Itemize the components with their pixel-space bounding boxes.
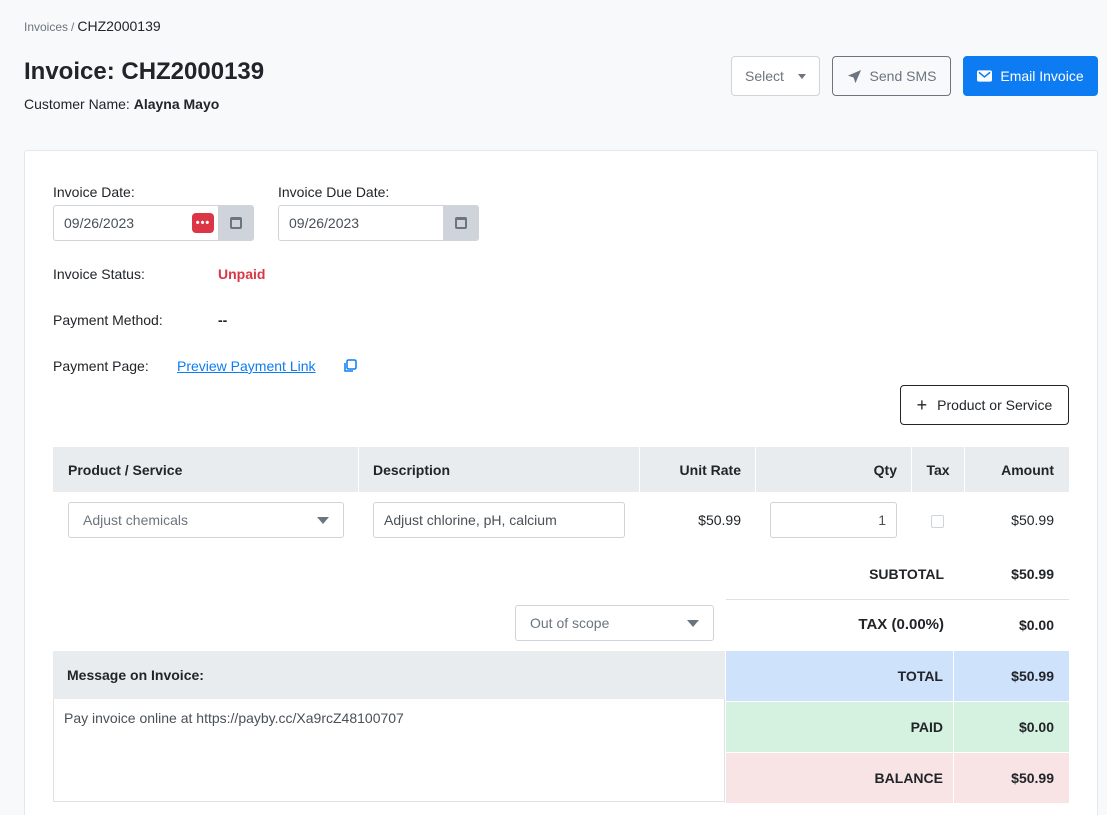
message-text: Pay invoice online at https://payby.cc/X… (64, 710, 404, 726)
header-divider (358, 447, 359, 492)
amount-value: $50.99 (1011, 512, 1054, 528)
total-label: TOTAL (726, 651, 953, 701)
breadcrumb: Invoices / CHZ2000139 (24, 18, 161, 34)
invoice-status-label: Invoice Status: (53, 266, 145, 282)
plus-icon: + (916, 395, 928, 415)
page-title: Invoice: CHZ2000139 (24, 58, 265, 85)
subtotal-divider (726, 599, 1069, 600)
product-select-value: Adjust chemicals (83, 512, 189, 528)
email-invoice-button[interactable]: Email Invoice (963, 56, 1098, 96)
tax-value: $0.00 (1018, 617, 1054, 633)
balance-value: $50.99 (954, 753, 1069, 803)
description-input[interactable]: Adjust chlorine, pH, calcium (373, 502, 625, 538)
add-product-label: Product or Service (937, 397, 1053, 413)
header-description: Description (373, 461, 451, 478)
invoice-date-group: 09/26/2023 ••• (53, 205, 254, 241)
header-qty: Qty (873, 461, 897, 478)
description-value: Adjust chlorine, pH, calcium (384, 512, 557, 528)
total-row: TOTAL $50.99 (726, 651, 1069, 701)
send-icon (847, 69, 861, 83)
send-sms-button[interactable]: Send SMS (832, 56, 951, 96)
calendar-icon (455, 217, 467, 229)
payment-page-label: Payment Page: (53, 358, 149, 374)
qty-value: 1 (878, 512, 886, 528)
due-date-group: 09/26/2023 (278, 205, 479, 241)
add-product-button[interactable]: + Product or Service (900, 385, 1069, 425)
email-invoice-label: Email Invoice (1000, 68, 1084, 84)
balance-label: BALANCE (726, 753, 953, 803)
due-date-calendar-button[interactable] (443, 205, 479, 241)
send-sms-label: Send SMS (869, 68, 937, 84)
header-amount: Amount (1001, 461, 1054, 478)
breadcrumb-current: CHZ2000139 (77, 18, 161, 34)
header-unit-rate: Unit Rate (679, 461, 741, 478)
password-manager-icon[interactable]: ••• (192, 213, 214, 233)
due-date-label: Invoice Due Date: (278, 184, 390, 200)
select-dropdown-button[interactable]: Select (731, 56, 820, 96)
invoice-date-value: 09/26/2023 (64, 215, 135, 231)
select-label: Select (745, 68, 784, 84)
header-tax: Tax (926, 461, 950, 478)
payment-method-value: -- (218, 312, 228, 328)
tax-checkbox[interactable] (931, 515, 944, 528)
tax-rate-select[interactable]: Out of scope (515, 605, 714, 641)
breadcrumb-invoices-link[interactable]: Invoices (24, 20, 68, 34)
customer-label: Customer Name: (24, 96, 130, 112)
table-header: Product / Service Description Unit Rate … (53, 447, 1069, 492)
invoice-date-label: Invoice Date: (53, 184, 135, 200)
paid-row: PAID $0.00 (726, 702, 1069, 752)
qty-input[interactable]: 1 (770, 502, 897, 538)
paid-label: PAID (726, 702, 953, 752)
calendar-icon (230, 217, 242, 229)
invoice-date-input[interactable]: 09/26/2023 ••• (53, 205, 218, 241)
due-date-input[interactable]: 09/26/2023 (278, 205, 443, 241)
message-textarea[interactable]: Pay invoice online at https://payby.cc/X… (53, 699, 725, 802)
envelope-icon (977, 70, 993, 82)
message-label: Message on Invoice: (53, 651, 725, 699)
caret-down-icon (797, 73, 806, 79)
total-value: $50.99 (954, 651, 1069, 701)
copy-icon[interactable] (343, 359, 357, 373)
caret-down-icon (317, 516, 329, 524)
header-product: Product / Service (68, 461, 183, 478)
tax-label: TAX (0.00%) (858, 616, 944, 633)
tax-rate-select-value: Out of scope (530, 615, 610, 631)
paid-value: $0.00 (954, 702, 1069, 752)
invoice-date-calendar-button[interactable] (218, 205, 254, 241)
balance-row: BALANCE $50.99 (726, 753, 1069, 803)
product-select[interactable]: Adjust chemicals (68, 502, 344, 538)
breadcrumb-separator: / (71, 20, 75, 34)
subtotal-value: $50.99 (1011, 566, 1054, 582)
preview-payment-link[interactable]: Preview Payment Link (177, 358, 316, 374)
subtotal-label: SUBTOTAL (869, 566, 944, 582)
caret-down-icon (687, 619, 699, 627)
unit-rate-value: $50.99 (698, 512, 741, 528)
due-date-value: 09/26/2023 (289, 215, 360, 231)
customer-name: Alayna Mayo (133, 96, 220, 112)
customer-line: Customer Name: Alayna Mayo (24, 96, 219, 112)
invoice-status-value: Unpaid (218, 266, 266, 282)
payment-method-label: Payment Method: (53, 312, 163, 328)
